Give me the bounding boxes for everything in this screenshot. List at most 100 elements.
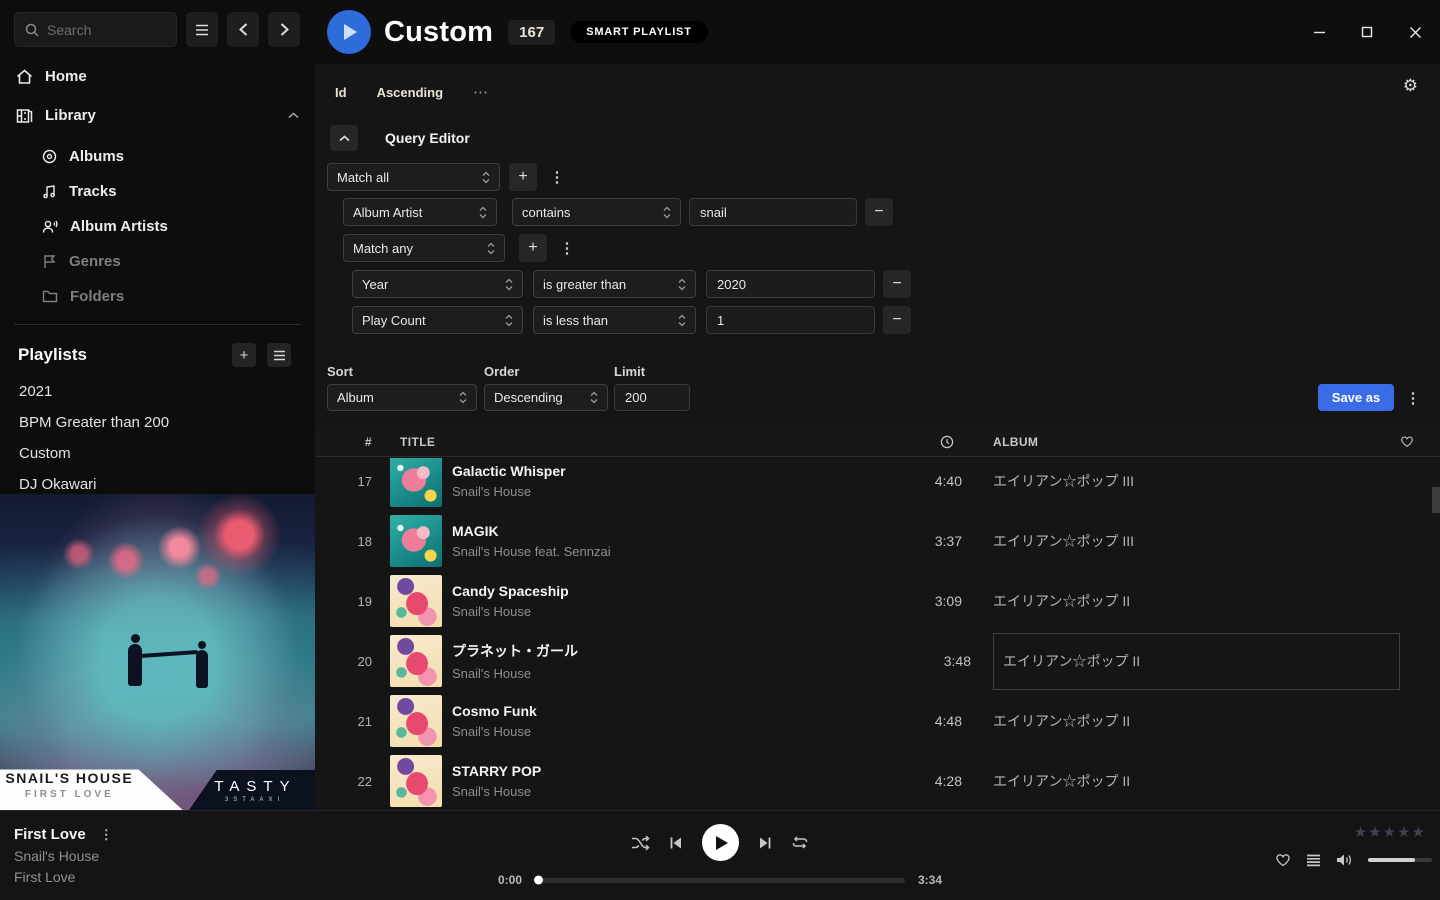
add-rule-button[interactable]: +: [509, 163, 537, 191]
rule-group-menu-icon[interactable]: ⋮: [547, 163, 567, 191]
sort-direction-control[interactable]: Ascending: [377, 85, 443, 100]
sidebar-item-library[interactable]: Library: [0, 103, 315, 128]
seek-knob[interactable]: [534, 876, 543, 885]
album-cover-thumbnail[interactable]: [390, 635, 442, 687]
queue-button[interactable]: [1306, 854, 1321, 867]
sort-field-control[interactable]: Id: [335, 85, 347, 100]
album-cover-thumbnail[interactable]: [390, 695, 442, 747]
maximize-button[interactable]: [1356, 21, 1378, 43]
match-all-select[interactable]: Match all: [327, 163, 500, 191]
rule-field-select[interactable]: Year: [352, 270, 523, 298]
track-artist[interactable]: Snail's House: [452, 724, 872, 739]
track-album[interactable]: エイリアン☆ポップ II: [993, 771, 1400, 791]
star-icon[interactable]: ★: [1354, 825, 1367, 841]
rule-value-input[interactable]: [706, 306, 875, 334]
track-row[interactable]: 19 Candy Spaceship Snail's House 3:09 エイ…: [315, 571, 1440, 631]
track-artist[interactable]: Snail's House: [452, 604, 872, 619]
track-album-focused[interactable]: エイリアン☆ポップ II: [993, 633, 1400, 690]
rule-operator-select[interactable]: contains: [512, 198, 681, 226]
shuffle-button[interactable]: [631, 835, 650, 851]
scrollbar-thumb[interactable]: [1432, 487, 1440, 513]
rule-field-select[interactable]: Album Artist: [343, 198, 497, 226]
settings-gear-button[interactable]: ⚙: [1403, 76, 1418, 96]
column-header-album[interactable]: ALBUM: [993, 435, 1400, 449]
track-artist[interactable]: Snail's House: [452, 784, 872, 799]
album-cover-thumbnail[interactable]: [390, 515, 442, 567]
track-row[interactable]: 17 Galactic Whisper Snail's House 4:40 エ…: [315, 458, 1440, 511]
track-artist[interactable]: Snail's House: [452, 484, 872, 499]
track-row[interactable]: 22 STARRY POP Snail's House 4:28 エイリアン☆ポ…: [315, 751, 1440, 810]
favorite-button[interactable]: [1275, 853, 1291, 867]
remove-rule-button[interactable]: −: [883, 270, 911, 298]
playlist-item-dj-okawari[interactable]: DJ Okawari: [0, 476, 315, 494]
album-cover-thumbnail[interactable]: [390, 575, 442, 627]
nav-forward-button[interactable]: [268, 12, 300, 47]
add-playlist-button[interactable]: +: [232, 343, 256, 367]
track-title[interactable]: MAGIK: [452, 523, 872, 539]
track-title[interactable]: Candy Spaceship: [452, 583, 872, 599]
track-title[interactable]: プラネット・ガール: [452, 641, 881, 661]
sidebar-item-genres[interactable]: Genres: [0, 249, 315, 273]
match-any-select[interactable]: Match any: [343, 234, 505, 262]
sidebar-item-home[interactable]: Home: [0, 64, 315, 89]
play-playlist-button[interactable]: [327, 10, 371, 54]
star-icon[interactable]: ★: [1397, 825, 1410, 841]
star-icon[interactable]: ★: [1368, 825, 1381, 841]
track-row[interactable]: 18 MAGIK Snail's House feat. Sennzai 3:3…: [315, 511, 1440, 571]
track-title[interactable]: Galactic Whisper: [452, 463, 872, 479]
now-playing-album[interactable]: First Love: [14, 869, 113, 885]
rule-value-input[interactable]: [689, 198, 857, 226]
column-header-title[interactable]: TITLE: [400, 435, 872, 449]
next-track-button[interactable]: [758, 836, 772, 850]
track-row[interactable]: 20 プラネット・ガール Snail's House 3:48 エイリアン☆ポッ…: [315, 631, 1440, 691]
track-album[interactable]: エイリアン☆ポップ II: [993, 711, 1400, 731]
remove-rule-button[interactable]: −: [883, 306, 911, 334]
collapse-query-editor-button[interactable]: [330, 125, 358, 151]
rule-operator-select[interactable]: is less than: [533, 306, 696, 334]
album-cover-thumbnail[interactable]: [390, 458, 442, 507]
playlist-list-button[interactable]: [267, 343, 291, 367]
column-header-favorite[interactable]: [1400, 435, 1440, 448]
track-title[interactable]: STARRY POP: [452, 763, 872, 779]
track-row[interactable]: 21 Cosmo Funk Snail's House 4:48 エイリアン☆ポ…: [315, 691, 1440, 751]
query-menu-icon[interactable]: ⋮: [1403, 384, 1423, 412]
add-rule-button[interactable]: +: [519, 234, 547, 262]
rule-value-input[interactable]: [706, 270, 875, 298]
previous-track-button[interactable]: [669, 836, 683, 850]
sidebar-item-albums[interactable]: Albums: [0, 144, 315, 168]
sidebar-item-folders[interactable]: Folders: [0, 284, 315, 308]
rule-field-select[interactable]: Play Count: [352, 306, 523, 334]
track-title[interactable]: Cosmo Funk: [452, 703, 872, 719]
chevron-up-icon[interactable]: [288, 112, 299, 119]
now-playing-menu-icon[interactable]: ⋮: [100, 827, 113, 843]
volume-slider[interactable]: [1368, 858, 1432, 862]
playlist-item-2021[interactable]: 2021: [0, 383, 315, 401]
menu-button[interactable]: [186, 12, 218, 47]
close-button[interactable]: [1404, 21, 1426, 43]
sidebar-item-tracks[interactable]: Tracks: [0, 179, 315, 203]
search-box[interactable]: [14, 12, 177, 47]
star-icon[interactable]: ★: [1412, 825, 1425, 841]
column-header-index[interactable]: #: [315, 435, 377, 449]
track-artist[interactable]: Snail's House feat. Sennzai: [452, 544, 872, 559]
album-cover-thumbnail[interactable]: [390, 755, 442, 807]
rule-operator-select[interactable]: is greater than: [533, 270, 696, 298]
limit-input[interactable]: [614, 384, 690, 411]
save-as-button[interactable]: Save as: [1318, 384, 1394, 411]
rule-group-menu-icon[interactable]: ⋮: [557, 234, 577, 262]
track-album[interactable]: エイリアン☆ポップ II: [993, 591, 1400, 611]
repeat-button[interactable]: [791, 835, 809, 850]
playlist-item-bpm[interactable]: BPM Greater than 200: [0, 414, 315, 432]
play-pause-button[interactable]: [702, 824, 739, 861]
seek-slider[interactable]: [535, 878, 905, 883]
nav-back-button[interactable]: [227, 12, 259, 47]
now-playing-title[interactable]: First Love: [14, 826, 86, 843]
track-album[interactable]: エイリアン☆ポップ III: [993, 531, 1400, 551]
more-options-icon[interactable]: ⋯: [473, 83, 489, 101]
playlist-item-custom[interactable]: Custom: [0, 445, 315, 463]
minimize-button[interactable]: [1308, 21, 1330, 43]
now-playing-artist[interactable]: Snail's House: [14, 848, 113, 864]
order-select[interactable]: Descending: [484, 384, 608, 411]
star-icon[interactable]: ★: [1383, 825, 1396, 841]
sort-select[interactable]: Album: [327, 384, 477, 411]
